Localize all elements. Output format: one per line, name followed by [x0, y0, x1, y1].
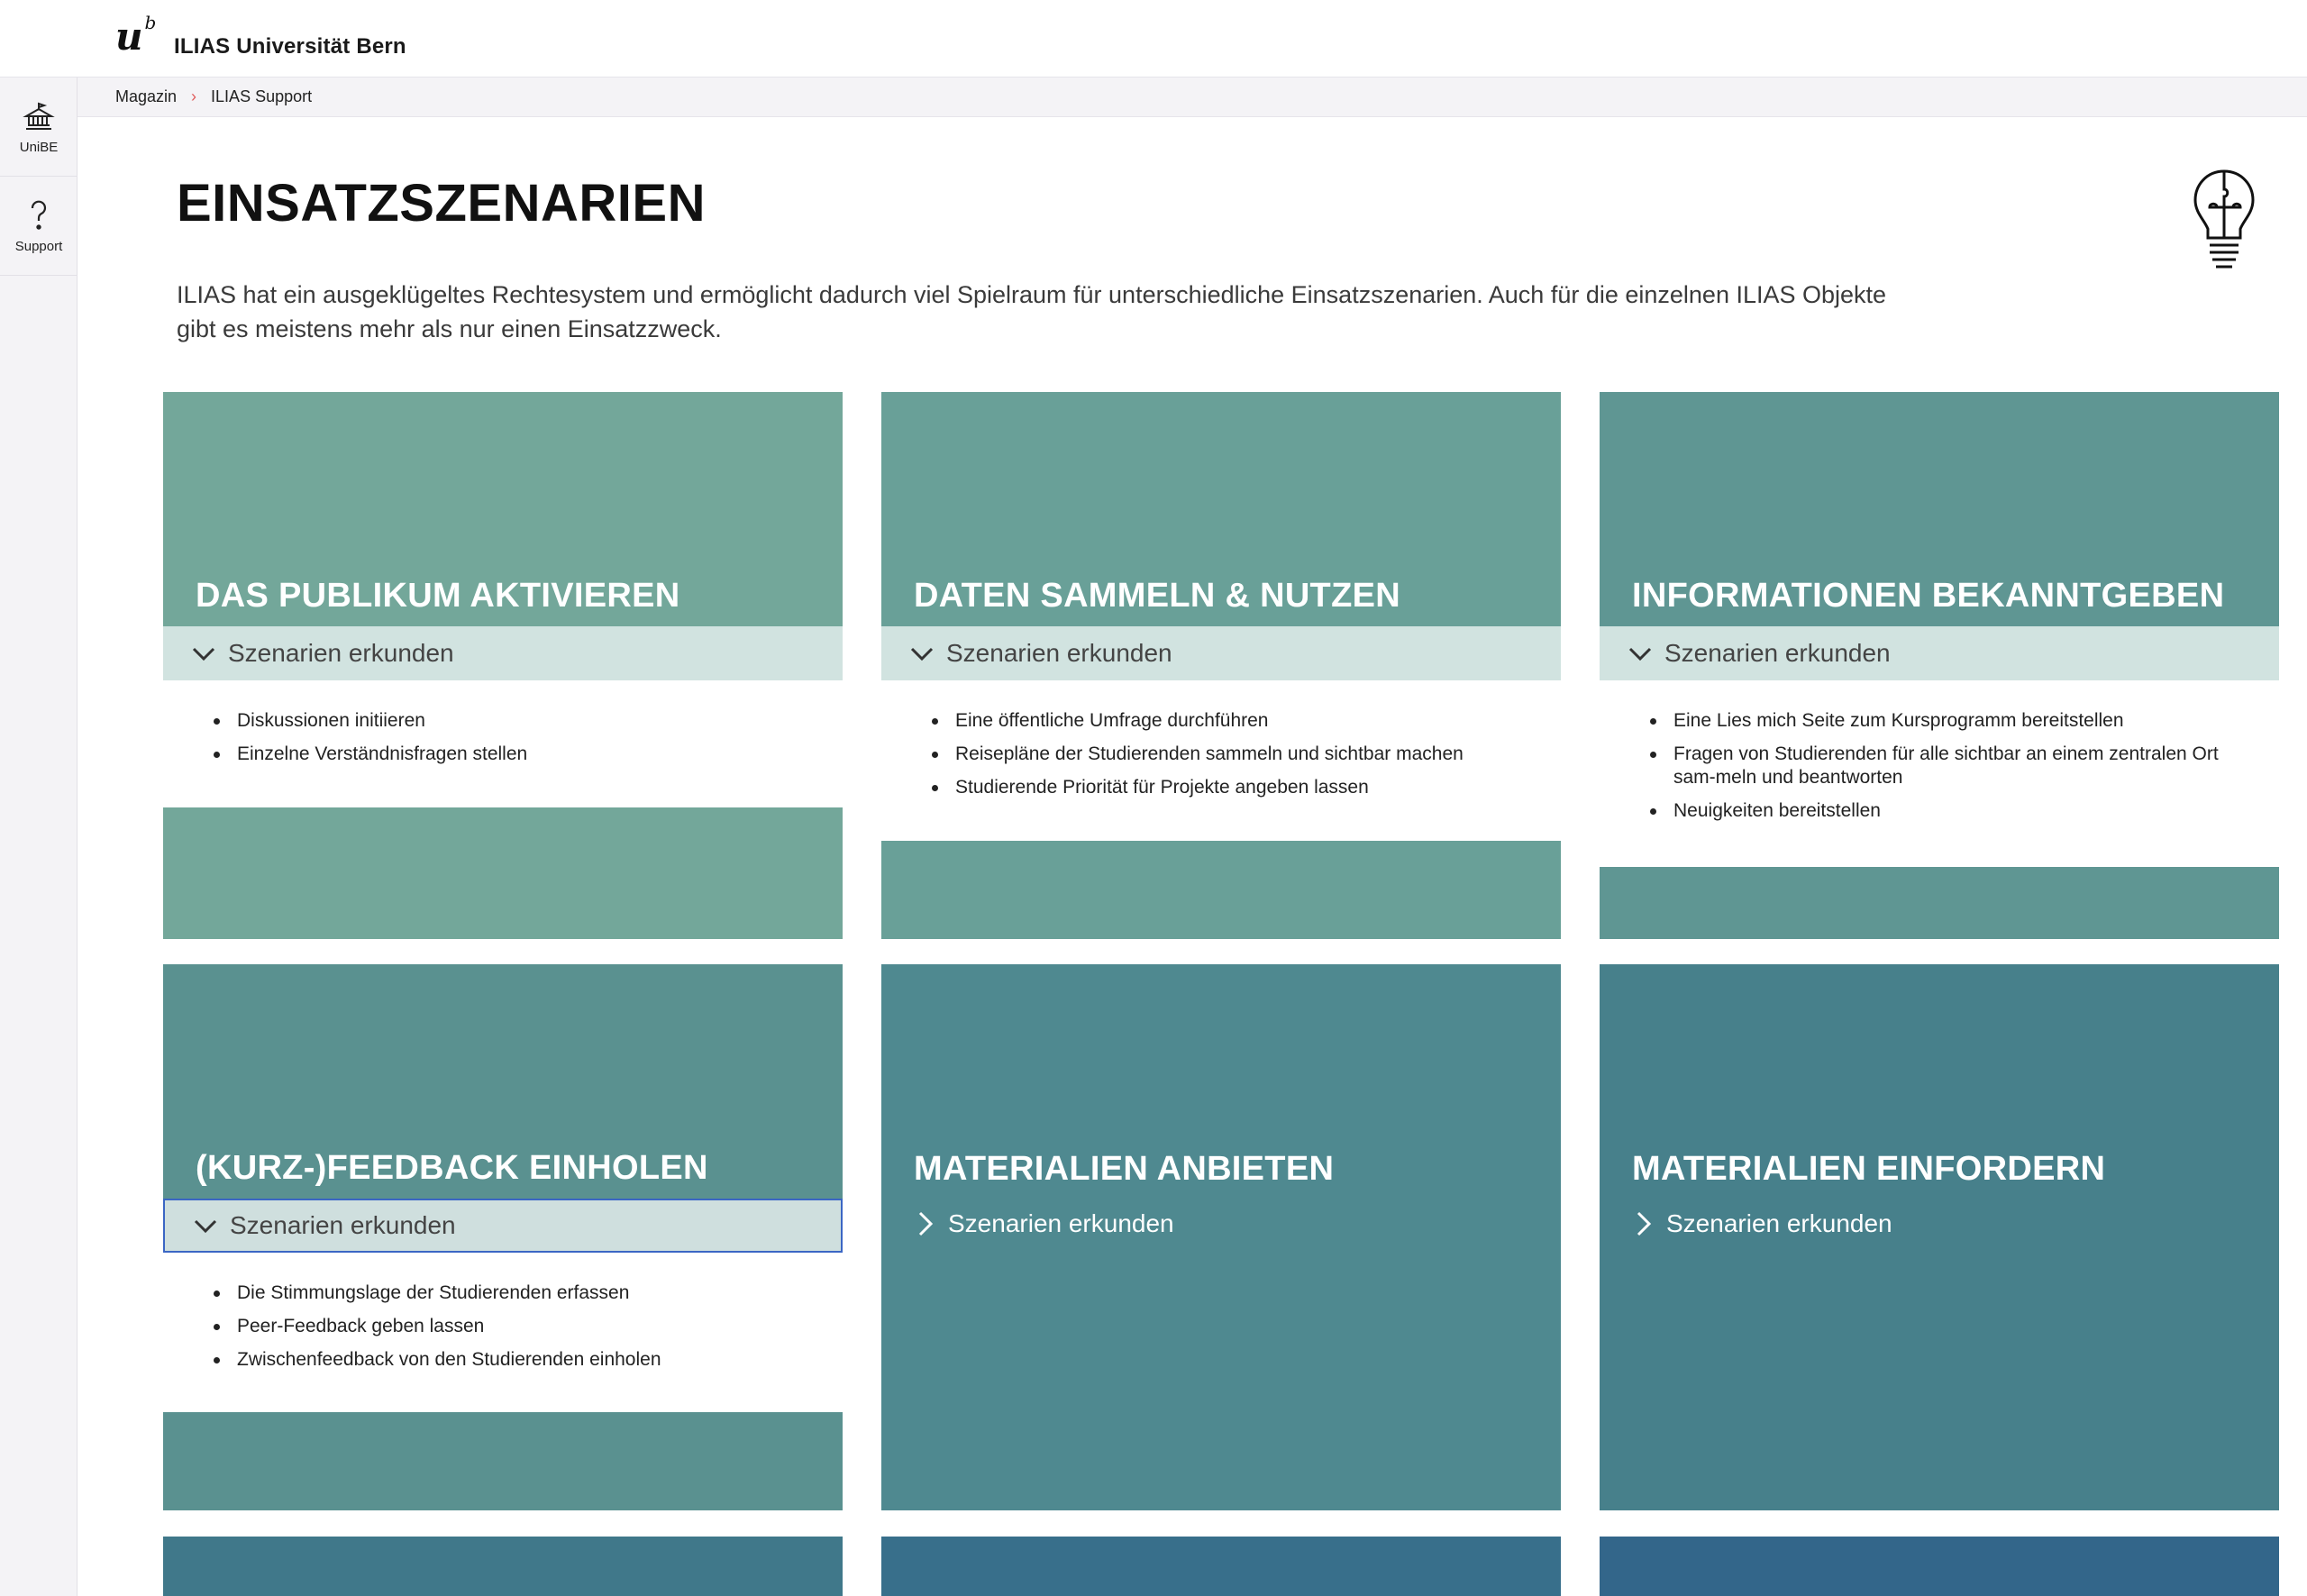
tile-partial[interactable] — [881, 1537, 1561, 1596]
chevron-right-icon — [1637, 1211, 1652, 1236]
tile-informationen-bekanntgeben: INFORMATIONEN BEKANNTGEBEN Szenarien erk… — [1600, 392, 2279, 939]
tile-publikum-aktivieren: DAS PUBLIKUM AKTIVIEREN Szenarien erkund… — [163, 392, 843, 939]
toggle-label: Szenarien erkunden — [1666, 1209, 1892, 1237]
sidebar-item-label: Support — [14, 239, 63, 254]
breadcrumb-item-magazin[interactable]: Magazin — [115, 87, 177, 106]
list-item[interactable]: Fragen von Studierenden für alle sichtba… — [1650, 743, 2243, 789]
list-item[interactable]: Die Stimmungslage der Studierenden erfas… — [214, 1281, 843, 1305]
scenario-toggle-button[interactable]: Szenarien erkunden — [163, 1199, 843, 1253]
tile-footer — [163, 1412, 843, 1510]
question-icon — [31, 200, 47, 230]
breadcrumb-item-ilias-support[interactable]: ILIAS Support — [211, 87, 312, 106]
site-title[interactable]: ILIAS Universität Bern — [174, 34, 406, 59]
tile-header: (KURZ-)FEEDBACK EINHOLEN — [163, 964, 843, 1199]
scenario-list: Die Stimmungslage der Studierenden erfas… — [163, 1253, 843, 1412]
list-item[interactable]: Diskussionen initiieren — [214, 709, 843, 733]
tile-header: DATEN SAMMELN & NUTZEN — [881, 392, 1561, 626]
tile-title: DATEN SAMMELN & NUTZEN — [914, 577, 1400, 615]
tile-header: INFORMATIONEN BEKANNTGEBEN — [1600, 392, 2279, 626]
breadcrumb: Magazin › ILIAS Support — [78, 78, 2307, 117]
list-item[interactable]: Einzelne Verständnisfragen stellen — [214, 743, 843, 766]
chevron-down-icon — [1628, 647, 1652, 661]
scenario-list: Eine öffentliche Umfrage durchführen Rei… — [881, 680, 1561, 841]
lightbulb-puzzle-icon — [2193, 169, 2255, 269]
page-title: EINSATZSZENARIEN — [177, 174, 706, 233]
tile-footer — [881, 841, 1561, 939]
main-sidebar: UniBE Support — [0, 78, 78, 1596]
top-header: ub ILIAS Universität Bern — [0, 0, 2307, 78]
chevron-right-icon — [918, 1211, 934, 1236]
tile-kurz-feedback: (KURZ-)FEEDBACK EINHOLEN Szenarien erkun… — [163, 964, 843, 1510]
toggle-label: Szenarien erkunden — [230, 1211, 456, 1239]
tile-title: MATERIALIEN ANBIETEN — [914, 1150, 1335, 1188]
scenario-list: Diskussionen initiieren Einzelne Verstän… — [163, 680, 843, 807]
chevron-down-icon — [194, 1219, 217, 1234]
tile-footer — [163, 807, 843, 939]
list-item[interactable]: Reisepläne der Studierenden sammeln und … — [932, 743, 1561, 766]
tile-header: DAS PUBLIKUM AKTIVIEREN — [163, 392, 843, 626]
tile-title: INFORMATIONEN BEKANNTGEBEN — [1632, 577, 2225, 615]
scenario-toggle-button[interactable]: Szenarien erkunden — [914, 1209, 1174, 1238]
tile-materialien-anbieten: MATERIALIEN ANBIETEN Szenarien erkunden — [881, 964, 1561, 1510]
tile-title: DAS PUBLIKUM AKTIVIEREN — [196, 577, 680, 615]
tile-title: (KURZ-)FEEDBACK EINHOLEN — [196, 1149, 708, 1187]
toggle-label: Szenarien erkunden — [1664, 639, 1891, 667]
chevron-down-icon — [192, 647, 215, 661]
scenario-toggle-button[interactable]: Szenarien erkunden — [163, 626, 843, 680]
intro-text: ILIAS hat ein ausgeklügeltes Rechtesyste… — [177, 281, 1887, 342]
logo-superscript: b — [144, 12, 157, 33]
scenario-list: Eine Lies mich Seite zum Kursprogramm be… — [1600, 680, 2279, 867]
list-item[interactable]: Studierende Priorität für Projekte angeb… — [932, 776, 1561, 799]
building-icon — [23, 102, 55, 130]
toggle-label: Szenarien erkunden — [948, 1209, 1174, 1237]
breadcrumb-separator-icon: › — [191, 87, 197, 105]
logo-letter: u — [115, 14, 143, 59]
list-item[interactable]: Eine öffentliche Umfrage durchführen — [932, 709, 1561, 733]
tile-title: MATERIALIEN EINFORDERN — [1632, 1150, 2106, 1188]
list-item[interactable]: Eine Lies mich Seite zum Kursprogramm be… — [1650, 709, 2243, 733]
tile-footer — [1600, 867, 2279, 939]
sidebar-item-unibe[interactable]: UniBE — [0, 78, 78, 177]
sidebar-item-support[interactable]: Support — [0, 177, 78, 276]
toggle-label: Szenarien erkunden — [228, 639, 454, 667]
unibe-logo[interactable]: ub — [115, 14, 156, 56]
list-item[interactable]: Zwischenfeedback von den Studierenden ei… — [214, 1348, 843, 1372]
sidebar-item-label: UniBE — [19, 140, 59, 155]
chevron-down-icon — [910, 647, 934, 661]
tile-partial[interactable] — [163, 1537, 843, 1596]
tile-materialien-einfordern: MATERIALIEN EINFORDERN Szenarien erkunde… — [1600, 964, 2279, 1510]
tile-daten-sammeln: DATEN SAMMELN & NUTZEN Szenarien erkunde… — [881, 392, 1561, 939]
scenario-toggle-button[interactable]: Szenarien erkunden — [881, 626, 1561, 680]
list-item[interactable]: Peer-Feedback geben lassen — [214, 1315, 843, 1338]
toggle-label: Szenarien erkunden — [946, 639, 1172, 667]
scenario-toggle-button[interactable]: Szenarien erkunden — [1632, 1209, 1892, 1238]
tile-partial[interactable] — [1600, 1537, 2279, 1596]
list-item[interactable]: Neuigkeiten bereitstellen — [1650, 799, 2243, 823]
scenario-toggle-button[interactable]: Szenarien erkunden — [1600, 626, 2279, 680]
